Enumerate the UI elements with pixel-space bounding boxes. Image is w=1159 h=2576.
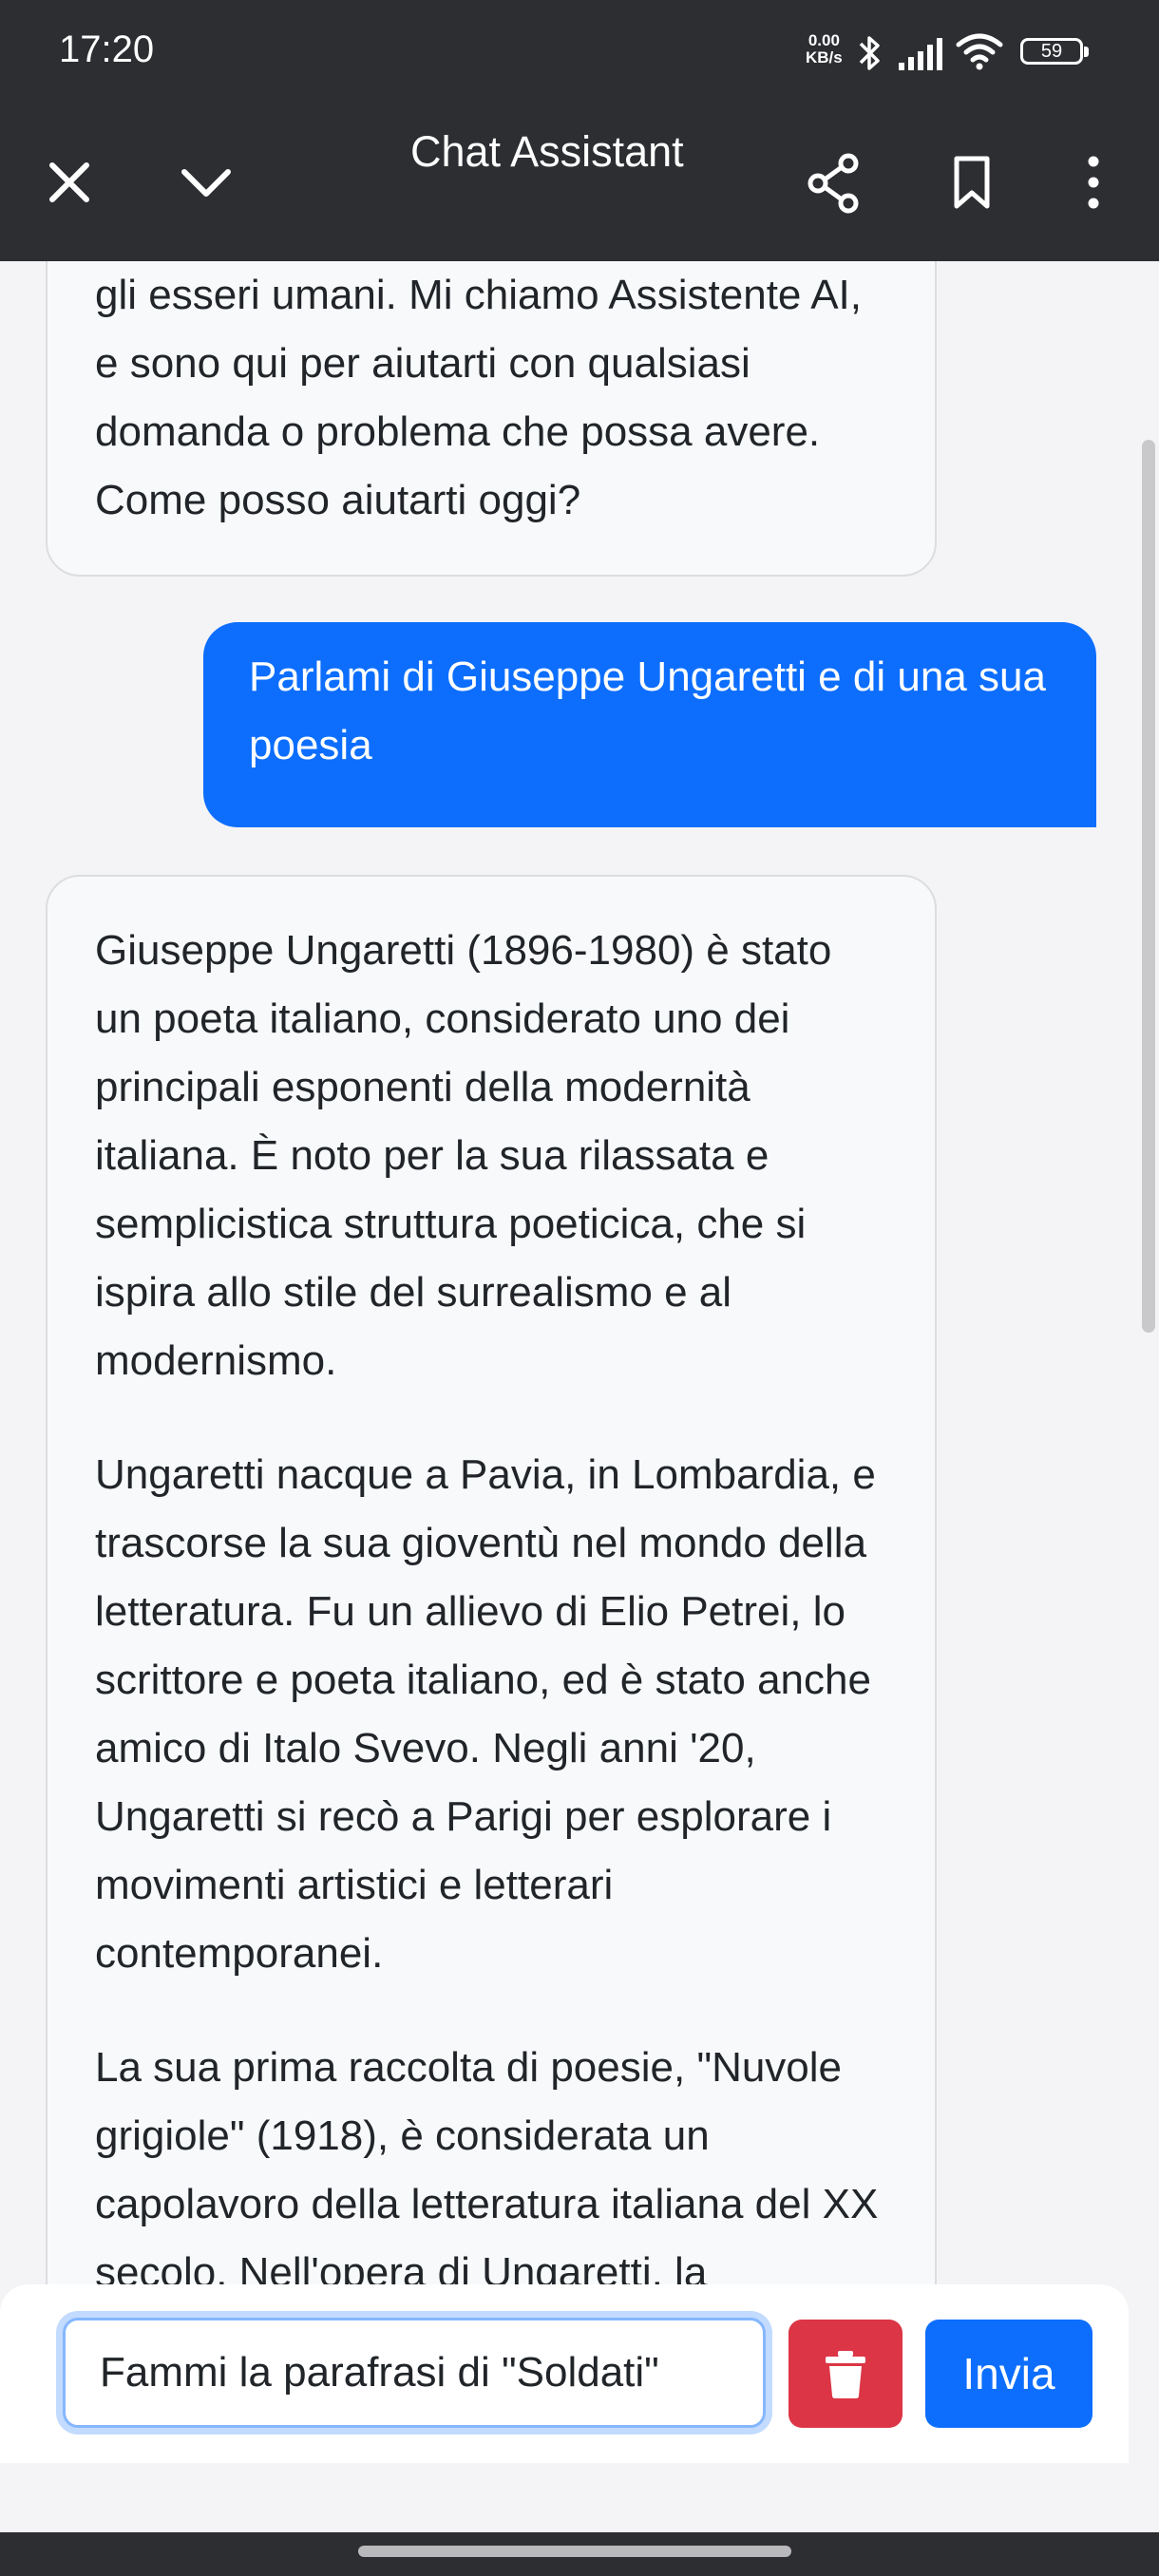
status-time: 17:20 [59, 28, 155, 70]
wifi-icon [956, 33, 1003, 70]
chat-area[interactable]: gli esseri umani. Mi chiamo Assistente A… [0, 261, 1140, 2284]
message-paragraph: Ungaretti nacque a Pavia, in Lombardia, … [95, 1451, 876, 1977]
scrollbar[interactable] [1142, 440, 1155, 1333]
battery-level: 59 [1040, 41, 1063, 62]
status-bar: 17:20 0.00 KB/s 59 [0, 0, 1159, 106]
send-button[interactable]: Invia [925, 2320, 1092, 2428]
message-input[interactable] [63, 2318, 766, 2428]
more-vertical-icon[interactable] [1060, 149, 1127, 216]
net-speed: 0.00 KB/s [806, 32, 843, 66]
share-icon[interactable] [801, 149, 867, 216]
assistant-message: gli esseri umani. Mi chiamo Assistente A… [46, 261, 937, 577]
message-text: Parlami di Giuseppe Ungaretti e di una s… [249, 653, 1046, 768]
bookmark-icon[interactable] [939, 149, 1005, 216]
assistant-message: Giuseppe Ungaretti (1896-1980) è stato u… [46, 875, 937, 2284]
net-speed-value: 0.00 [808, 31, 840, 49]
signal-icon [899, 38, 942, 70]
user-message: Parlami di Giuseppe Ungaretti e di una s… [203, 622, 1096, 827]
message-paragraph: La sua prima raccolta di poesie, "Nuvole… [95, 2044, 879, 2284]
app-toolbar: Chat Assistant [0, 106, 1159, 261]
chevron-down-icon[interactable] [173, 149, 239, 216]
bluetooth-icon [859, 36, 880, 70]
message-paragraph: gli esseri umani. Mi chiamo Assistente A… [95, 272, 862, 523]
page-title: Chat Assistant [410, 127, 684, 176]
trash-icon [826, 2351, 865, 2398]
battery-icon: 59 [1020, 38, 1089, 65]
home-gesture-handle[interactable] [358, 2546, 791, 2557]
delete-button[interactable] [788, 2320, 902, 2428]
net-speed-unit: KB/s [806, 48, 843, 66]
message-paragraph: Giuseppe Ungaretti (1896-1980) è stato u… [95, 927, 832, 1384]
close-icon[interactable] [36, 149, 103, 216]
